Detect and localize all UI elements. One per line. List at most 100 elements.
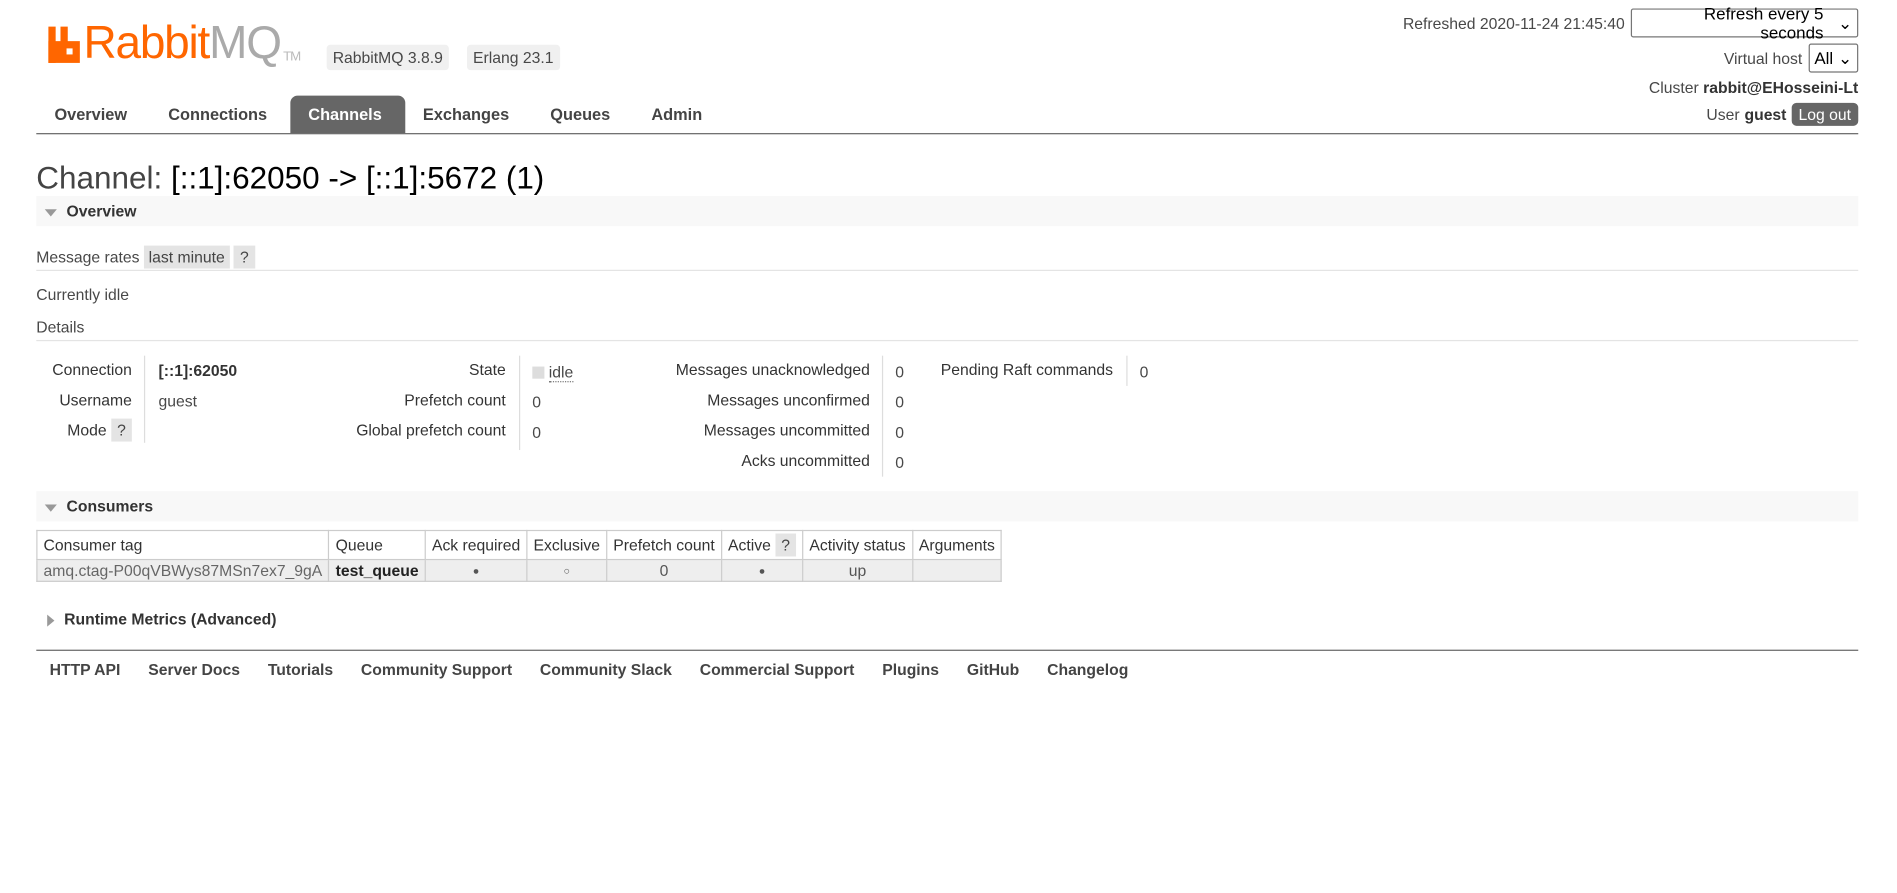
help-button[interactable]: ? (233, 245, 255, 269)
rabbit-logo-icon (48, 26, 80, 63)
global-prefetch-label: Global prefetch count (356, 421, 506, 440)
consumers-table: Consumer tag Queue Ack required Exclusiv… (36, 529, 1003, 582)
title-value: [::1]:62050 -> [::1]:5672 (1) (170, 159, 545, 196)
raft-label: Pending Raft commands (940, 360, 1114, 379)
mode-label: Mode ? (36, 415, 132, 445)
connection-link[interactable]: [::1]:62050 (158, 356, 237, 386)
active-icon: ● (720, 558, 804, 582)
prefetch-value: 0 (532, 393, 542, 412)
uncommitted-value: 0 (895, 423, 905, 442)
raft-value: 0 (1139, 362, 1149, 382)
cluster-label: Cluster (1648, 78, 1699, 97)
runtime-metrics-toggle[interactable]: Runtime Metrics (Advanced) (36, 609, 276, 631)
state-value: idle (532, 357, 574, 387)
col-prefetch-count: Prefetch count (606, 529, 722, 561)
version-badge: RabbitMQ 3.8.9 (326, 44, 449, 71)
col-consumer-tag: Consumer tag (36, 529, 330, 561)
prefetch-count: 0 (606, 558, 722, 582)
idle-status: Currently idle (36, 285, 129, 304)
runtime-heading: Runtime Metrics (Advanced) (64, 609, 277, 628)
footer-link-github[interactable]: GitHub (967, 661, 1019, 679)
footer-link-http-api[interactable]: HTTP API (50, 661, 121, 679)
refresh-interval-select[interactable]: Refresh every 5 seconds ⌄ (1630, 4, 1859, 42)
message-rates-label: Message rates (36, 248, 140, 267)
unconfirmed-value: 0 (895, 393, 905, 412)
vhost-select[interactable]: All ⌄ (1808, 43, 1859, 73)
unacked-value: 0 (895, 362, 905, 382)
prefetch-label: Prefetch count (404, 390, 506, 409)
triangle-right-icon (47, 614, 55, 627)
divider (1126, 355, 1128, 386)
refresh-select-value: Refresh every 5 seconds (1703, 3, 1824, 43)
vhost-label: Virtual host (1723, 48, 1803, 68)
col-active-label: Active (728, 535, 771, 555)
divider (519, 355, 521, 451)
col-queue: Queue (328, 529, 426, 561)
message-rates: Message rates last minute ? (36, 245, 255, 269)
triangle-down-icon (44, 503, 57, 512)
exclusive-icon: ○ (526, 558, 608, 582)
consumers-heading: Consumers (66, 497, 154, 516)
details-label: Details (36, 318, 85, 337)
activity-status: up (802, 558, 913, 582)
overview-section-toggle[interactable]: Overview (36, 195, 1859, 227)
overview-heading: Overview (66, 202, 137, 221)
footer-link-tutorials[interactable]: Tutorials (268, 661, 333, 679)
chevron-down-icon: ⌄ (1838, 47, 1853, 68)
divider (881, 355, 884, 477)
message-rates-range-button[interactable]: last minute (143, 245, 230, 269)
erlang-badge: Erlang 23.1 (466, 44, 560, 71)
chevron-down-icon: ⌄ (1838, 12, 1853, 33)
mode-text: Mode (67, 421, 107, 440)
connection-label: Connection (52, 360, 132, 379)
col-arguments: Arguments (911, 529, 1003, 561)
ack-required-icon: ● (424, 558, 528, 582)
consumer-tag: amq.ctag-P00qVBWys87MSn7ex7_9gA (36, 558, 330, 582)
footer-link-community-slack[interactable]: Community Slack (540, 661, 672, 679)
acks-uncommitted-value: 0 (895, 453, 905, 472)
rabbitmq-logo[interactable]: Rabbit MQ TM (48, 18, 301, 69)
divider (36, 339, 1859, 342)
queue-link[interactable]: test_queue (328, 558, 426, 582)
footer-link-commercial-support[interactable]: Commercial Support (700, 661, 855, 679)
logo-text-mq: MQ (209, 18, 282, 69)
tab-channels[interactable]: Channels (290, 95, 405, 134)
table-row: amq.ctag-P00qVBWys87MSn7ex7_9gA test_que… (36, 558, 1003, 582)
refreshed-label: Refreshed 2020-11-24 21:45:40 (1402, 13, 1625, 33)
title-label: Channel: (36, 159, 163, 196)
state-text: idle (548, 362, 574, 383)
consumers-section-toggle[interactable]: Consumers (36, 491, 1859, 522)
arguments (911, 558, 1003, 582)
unconfirmed-label: Messages unconfirmed (707, 390, 870, 409)
divider (143, 355, 146, 443)
tab-admin[interactable]: Admin (633, 96, 725, 134)
username-value: guest (158, 391, 197, 411)
logo-tm: TM (283, 49, 301, 65)
main-nav: Overview Connections Channels Exchanges … (36, 95, 1859, 135)
acks-uncommitted-label: Acks uncommitted (741, 451, 870, 470)
triangle-down-icon (44, 208, 57, 217)
footer-link-server-docs[interactable]: Server Docs (148, 661, 240, 679)
page-title: Channel: [::1]:62050 -> [::1]:5672 (1) (36, 160, 544, 198)
footer-link-plugins[interactable]: Plugins (882, 661, 939, 679)
divider (36, 269, 1859, 271)
username-label: Username (59, 390, 132, 409)
tab-overview[interactable]: Overview (36, 96, 150, 134)
col-activity-status: Activity status (802, 529, 913, 561)
state-indicator-icon (532, 366, 545, 379)
table-header-row: Consumer tag Queue Ack required Exclusiv… (36, 529, 1003, 561)
page: Rabbit MQ TM RabbitMQ 3.8.9 Erlang 23.1 Re… (0, 0, 1897, 893)
help-button[interactable]: ? (775, 533, 797, 557)
footer-link-community-support[interactable]: Community Support (361, 661, 512, 679)
tab-exchanges[interactable]: Exchanges (405, 96, 532, 134)
footer-link-changelog[interactable]: Changelog (1047, 661, 1128, 679)
col-ack-required: Ack required (424, 529, 528, 561)
tab-queues[interactable]: Queues (532, 96, 633, 134)
vhost-select-value: All (1814, 48, 1834, 68)
state-label: State (468, 360, 506, 379)
help-button[interactable]: ? (111, 418, 132, 442)
col-active: Active ? (720, 529, 804, 561)
footer: HTTP API Server Docs Tutorials Community… (36, 649, 1859, 679)
col-exclusive: Exclusive (526, 529, 608, 561)
tab-connections[interactable]: Connections (150, 96, 290, 134)
